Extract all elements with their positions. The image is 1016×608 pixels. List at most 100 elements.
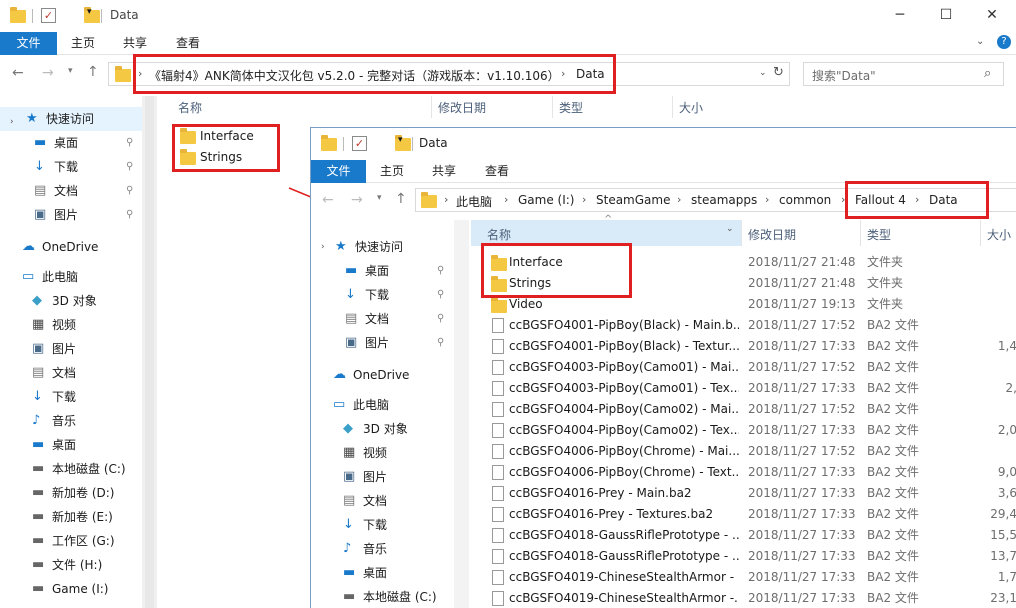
file-row[interactable]: ccBGSFO4016-Prey - Main.ba2 2018/11/27 17…: [471, 483, 1016, 504]
sidebar-item-this-pc[interactable]: ▭ 此电脑: [311, 393, 453, 417]
sidebar-item-pc[interactable]: ↓ 下载: [311, 513, 453, 537]
file-row[interactable]: ccBGSFO4019-ChineseStealthArmor - ... 201…: [471, 567, 1016, 588]
pictures-icon: ▣: [343, 469, 356, 484]
tab-home[interactable]: 主页: [369, 160, 415, 183]
file-type: BA2 文件: [867, 591, 919, 605]
tab-share[interactable]: 共享: [421, 160, 467, 183]
file-date: 2018/11/27 17:33: [748, 591, 856, 605]
star-icon: ★: [335, 239, 347, 254]
pin-icon[interactable]: ⚲: [437, 307, 444, 331]
file-row[interactable]: ccBGSFO4001-PipBoy(Black) - Main.b... 201…: [471, 315, 1016, 336]
recent-dropdown-icon[interactable]: ▾: [377, 193, 382, 203]
breadcrumb-chevron-icon: ›: [504, 193, 509, 206]
up-arrow-icon[interactable]: ↑: [395, 191, 407, 207]
tab-view[interactable]: 查看: [474, 160, 520, 183]
file-row[interactable]: ccBGSFO4018-GaussRiflePrototype - ... 201…: [471, 525, 1016, 546]
file-row[interactable]: ccBGSFO4003-PipBoy(Camo01) - Mai... 2018/…: [471, 357, 1016, 378]
back-arrow-icon[interactable]: ←: [322, 192, 334, 208]
sidebar-quick-access[interactable]: › ★ 快速访问: [311, 235, 453, 259]
breadcrumb-chevron-icon: ›: [765, 193, 770, 206]
sidebar-item-quick[interactable]: ↓ 下载 ⚲: [311, 283, 453, 307]
file-date: 2018/11/27 17:33: [748, 549, 856, 563]
file-row[interactable]: ccBGSFO4006-PipBoy(Chrome) - Text... 2018…: [471, 462, 1016, 483]
file-type: BA2 文件: [867, 381, 919, 395]
file-date: 2018/11/27 17:33: [748, 570, 856, 584]
sidebar-item-drive[interactable]: ▬ 本地磁盘 (C:): [311, 585, 453, 608]
file-date: 2018/11/27 17:33: [748, 528, 856, 542]
file-name: ccBGSFO4004-PipBoy(Camo02) - Mai...: [509, 402, 739, 416]
file-row[interactable]: ccBGSFO4018-GaussRiflePrototype - ... 201…: [471, 546, 1016, 567]
file-date: 2018/11/27 17:33: [748, 507, 856, 521]
sort-up-icon: ^: [604, 214, 613, 225]
folder-icon: [491, 297, 507, 313]
breadcrumb-chevron-icon: ›: [444, 193, 449, 206]
sidebar-label: 视频: [363, 446, 388, 460]
quick-access-dropdown-icon[interactable]: ▾: [398, 135, 403, 145]
file-row[interactable]: ccBGSFO4006-PipBoy(Chrome) - Mai... 2018/…: [471, 441, 1016, 462]
file-row[interactable]: ccBGSFO4003-PipBoy(Camo01) - Tex... 2018/…: [471, 378, 1016, 399]
file-row[interactable]: ccBGSFO4001-PipBoy(Black) - Textur... 201…: [471, 336, 1016, 357]
sidebar-item-pc[interactable]: ▤ 文档: [311, 489, 453, 513]
file-name: ccBGSFO4001-PipBoy(Black) - Main.b...: [509, 318, 739, 332]
breadcrumb-item[interactable]: common: [779, 193, 831, 207]
desktop-icon: ▬: [345, 263, 358, 278]
file-name: ccBGSFO4004-PipBoy(Camo02) - Tex...: [509, 423, 739, 437]
file-icon: [492, 360, 504, 375]
sidebar-expand-icon[interactable]: ›: [321, 235, 325, 259]
forward-arrow-icon[interactable]: →: [351, 192, 363, 208]
breadcrumb-item[interactable]: SteamGame: [596, 193, 670, 207]
file-name: ccBGSFO4018-GaussRiflePrototype - ...: [509, 549, 739, 563]
file-type: BA2 文件: [867, 528, 919, 542]
pictures-icon: ▣: [345, 335, 358, 350]
breadcrumb-item[interactable]: 此电脑: [456, 193, 492, 210]
file-size: 1,7: [997, 570, 1016, 584]
file-icon: [492, 465, 504, 480]
column-type[interactable]: 类型: [867, 226, 891, 243]
sidebar-item-pc[interactable]: ▬ 桌面: [311, 561, 453, 585]
toolbar-separator: [343, 137, 344, 151]
sidebar-item-pc[interactable]: ▦ 视频: [311, 441, 453, 465]
file-type: BA2 文件: [867, 360, 919, 374]
path-highlight-box: [845, 181, 989, 219]
sidebar-item-onedrive[interactable]: ☁ OneDrive: [311, 363, 453, 387]
sidebar-item-quick[interactable]: ▬ 桌面 ⚲: [311, 259, 453, 283]
file-date: 2018/11/27 17:52: [748, 402, 856, 416]
file-size: 15,5: [990, 528, 1016, 542]
sidebar-item-quick[interactable]: ▤ 文档 ⚲: [311, 307, 453, 331]
file-name: ccBGSFO4003-PipBoy(Camo01) - Tex...: [509, 381, 739, 395]
sidebar-label: OneDrive: [353, 368, 410, 382]
pin-icon[interactable]: ⚲: [437, 283, 444, 307]
column-name[interactable]: 名称: [487, 226, 511, 243]
file-size: 13,7: [990, 549, 1016, 563]
file-name: ccBGSFO4001-PipBoy(Black) - Textur...: [509, 339, 739, 353]
sidebar-item-pc[interactable]: ♪ 音乐: [311, 537, 453, 561]
column-size[interactable]: 大小: [987, 226, 1011, 243]
file-row[interactable]: ccBGSFO4019-ChineseStealthArmor -... 2018…: [471, 588, 1016, 608]
breadcrumb-item[interactable]: steamapps: [691, 193, 757, 207]
pin-icon[interactable]: ⚲: [437, 331, 444, 355]
column-dropdown-icon[interactable]: ⌄: [726, 224, 734, 234]
tab-file[interactable]: 文件: [311, 160, 366, 183]
file-type: BA2 文件: [867, 486, 919, 500]
file-icon: [492, 381, 504, 396]
file-row[interactable]: ccBGSFO4004-PipBoy(Camo02) - Tex... 2018/…: [471, 420, 1016, 441]
front-sidebar-scrollbar[interactable]: [454, 220, 469, 608]
sidebar-item-pc[interactable]: ▣ 图片: [311, 465, 453, 489]
drive-icon: ▬: [343, 589, 356, 604]
pin-icon[interactable]: ⚲: [437, 259, 444, 283]
file-name: ccBGSFO4016-Prey - Textures.ba2: [509, 507, 714, 521]
sidebar-label: 文档: [365, 312, 390, 326]
properties-check-icon[interactable]: ✓: [352, 136, 367, 151]
sidebar-item-quick[interactable]: ▣ 图片 ⚲: [311, 331, 453, 355]
file-row[interactable]: ccBGSFO4016-Prey - Textures.ba2 2018/11/2…: [471, 504, 1016, 525]
file-row[interactable]: ccBGSFO4004-PipBoy(Camo02) - Mai... 2018/…: [471, 399, 1016, 420]
file-date: 2018/11/27 17:52: [748, 444, 856, 458]
sidebar-label: 图片: [363, 470, 388, 484]
file-date: 2018/11/27 17:33: [748, 486, 856, 500]
front-title-bar: ✓ ▾ Data: [311, 128, 1016, 160]
file-type: BA2 文件: [867, 318, 919, 332]
sidebar-item-pc[interactable]: ◆ 3D 对象: [311, 417, 453, 441]
column-date[interactable]: 修改日期: [748, 226, 796, 243]
breadcrumb-item[interactable]: Game (I:): [518, 193, 574, 207]
file-type: BA2 文件: [867, 402, 919, 416]
